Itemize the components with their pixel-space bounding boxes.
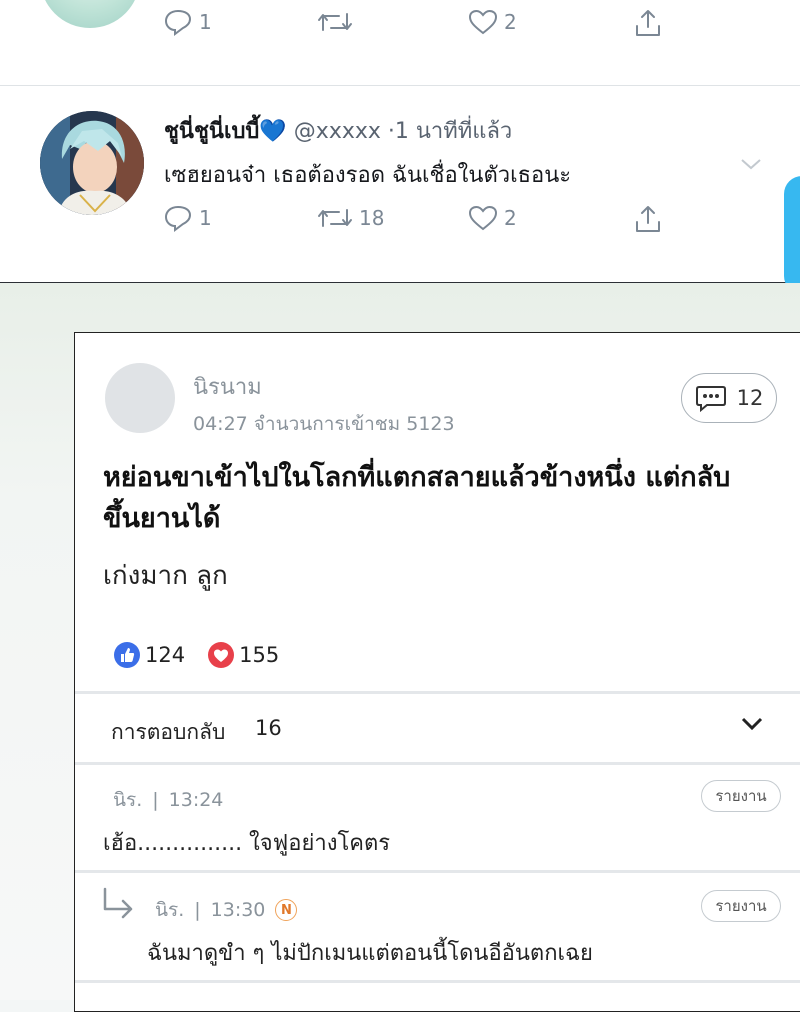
tweet-actions: 1 2 bbox=[163, 8, 683, 40]
new-badge: N bbox=[275, 899, 298, 921]
decorative-shape bbox=[784, 176, 800, 294]
heart-reaction[interactable]: 155 bbox=[207, 641, 279, 669]
reply-icon bbox=[163, 204, 193, 232]
avatar[interactable] bbox=[105, 363, 175, 433]
replies-count: 16 bbox=[255, 716, 282, 740]
post-title: หย่อนขาเข้าไปในโลกที่แตกสลายแล้วข้างหนึ่… bbox=[103, 462, 731, 534]
comment-bubble-icon bbox=[695, 384, 727, 412]
heart-emoji: 💙 bbox=[259, 119, 287, 144]
forum-post-card: นิรนาม 04:27 จำนวนการเข้าชม 5123 12 หย่อ… bbox=[74, 332, 800, 1012]
divider bbox=[75, 870, 800, 873]
retweet-icon bbox=[317, 8, 353, 36]
thumbs-up-icon bbox=[113, 641, 141, 669]
like-count: 2 bbox=[504, 206, 517, 230]
like-button[interactable]: 2 bbox=[468, 8, 517, 36]
like-count: 2 bbox=[504, 10, 517, 34]
heart-icon bbox=[468, 8, 498, 36]
chevron-down-icon[interactable] bbox=[740, 716, 764, 736]
reply-count: 1 bbox=[199, 10, 212, 34]
tweet-text: เซฮยอนจ๋า เธอต้องรอด ฉันเชื่อในตัวเธอนะ bbox=[164, 163, 572, 188]
tweet-panel: 1 2 ชูนี่ชูนี่เบบี้💙 @xxxxx ·1 นาทีที่แล… bbox=[0, 0, 800, 294]
more-chevron-icon[interactable] bbox=[740, 156, 762, 175]
divider bbox=[75, 762, 800, 765]
reply-button[interactable]: 1 bbox=[163, 204, 212, 232]
comment-author: นิร. | 13:30 N bbox=[155, 895, 298, 925]
comment-time: 13:30 bbox=[210, 899, 266, 921]
tweet-header: ชูนี่ชูนี่เบบี้💙 @xxxxx ·1 นาทีที่แล้ว bbox=[164, 113, 512, 148]
display-name[interactable]: ชูนี่ชูนี่เบบี้ bbox=[164, 119, 259, 144]
share-button[interactable] bbox=[633, 204, 663, 234]
divider bbox=[0, 85, 800, 86]
replies-toggle[interactable]: การตอบกลับ 16 bbox=[75, 694, 800, 762]
reply-button[interactable]: 1 bbox=[163, 8, 212, 36]
report-button[interactable]: รายงาน bbox=[701, 780, 781, 812]
divider bbox=[75, 980, 800, 983]
like-reaction[interactable]: 124 bbox=[113, 641, 185, 669]
like-count: 124 bbox=[145, 643, 186, 667]
comment-text: ฉันมาดูขำ ๆ ไม่ปักเมนแต่ตอนนี้โดนอีอันตก… bbox=[147, 941, 593, 966]
separator: | bbox=[194, 899, 201, 921]
tweet-actions: 1 18 2 bbox=[163, 204, 683, 236]
avatar[interactable] bbox=[40, 0, 140, 28]
share-icon bbox=[633, 8, 663, 38]
reply-arrow-icon bbox=[101, 887, 137, 921]
comment-text: เฮ้อ............... ใจฟูอย่างโคตร bbox=[103, 831, 391, 856]
heart-icon bbox=[207, 641, 235, 669]
retweet-button[interactable]: 18 bbox=[317, 204, 384, 232]
avatar[interactable] bbox=[40, 111, 144, 215]
heart-count: 155 bbox=[239, 643, 280, 667]
heart-icon bbox=[468, 204, 498, 232]
comment-username[interactable]: นิร. bbox=[113, 785, 142, 815]
reactions: 124 155 bbox=[113, 641, 301, 669]
like-button[interactable]: 2 bbox=[468, 204, 517, 232]
handle-time: @xxxxx ·1 นาทีที่แล้ว bbox=[293, 119, 513, 144]
separator: | bbox=[152, 789, 159, 811]
comment-count: 12 bbox=[736, 386, 764, 410]
share-button[interactable] bbox=[633, 8, 663, 38]
share-icon bbox=[633, 204, 663, 234]
reply-count: 1 bbox=[199, 206, 212, 230]
replies-label: การตอบกลับ bbox=[111, 720, 226, 744]
comment-time: 13:24 bbox=[168, 789, 224, 811]
post-username[interactable]: นิรนาม bbox=[193, 369, 262, 404]
post-body: เก่งมาก ลูก bbox=[103, 561, 228, 591]
comment-count-button[interactable]: 12 bbox=[681, 373, 777, 423]
report-button[interactable]: รายงาน bbox=[701, 890, 781, 922]
comment-author: นิร. | 13:24 bbox=[113, 785, 223, 815]
post-meta: 04:27 จำนวนการเข้าชม 5123 bbox=[193, 413, 455, 435]
retweet-button[interactable] bbox=[317, 8, 359, 36]
retweet-count: 18 bbox=[359, 206, 385, 230]
retweet-icon bbox=[317, 204, 353, 232]
reply-icon bbox=[163, 8, 193, 36]
comment-username[interactable]: นิร. bbox=[155, 895, 184, 925]
